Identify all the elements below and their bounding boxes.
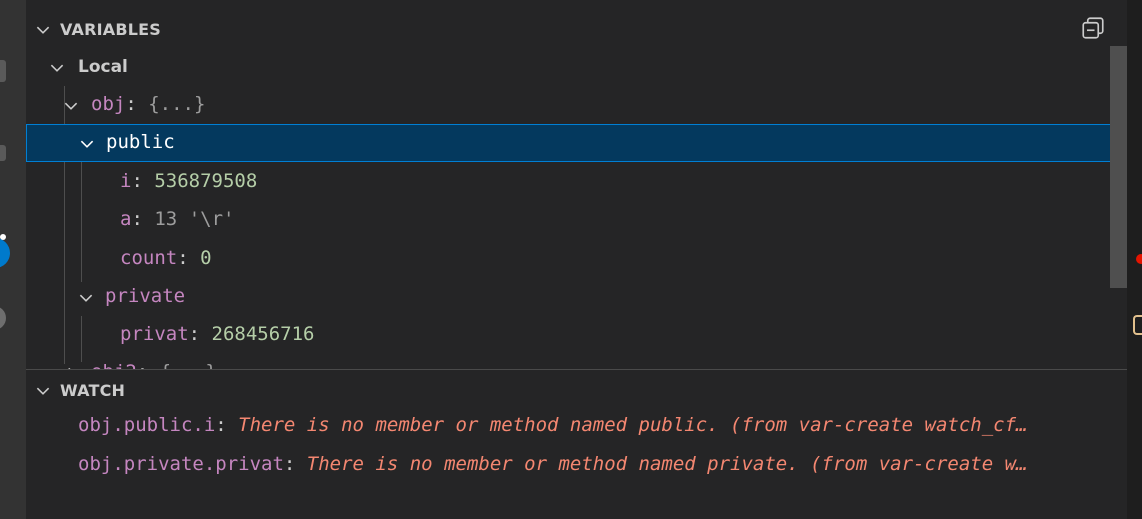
breakpoint-icon[interactable] [1136,254,1142,264]
variable-obj2[interactable]: obj2: {...} [26,354,1127,369]
variable-preview: {...} [160,361,217,369]
variable-label: obj: {...} [91,93,205,115]
chevron-down-icon [34,21,52,43]
chevron-down-icon [78,135,96,157]
variable-value: 536879508 [154,170,258,192]
activity-icon[interactable] [0,306,6,330]
variable-value-char: '\r' [188,208,235,230]
collapse-all-icon[interactable] [1081,16,1105,44]
bracket-highlight-icon [1133,315,1142,335]
variable-count[interactable]: count: 0 [26,240,1127,278]
variable-name: count [120,247,178,269]
variable-name: privat [120,323,189,345]
activity-bar [0,0,26,519]
variable-value: 0 [200,247,212,269]
variable-privat[interactable]: privat: 268456716 [26,316,1127,354]
watch-title: WATCH [60,380,126,400]
variable-name: obj [91,93,126,115]
watch-error: There is no member or method named publi… [238,414,1028,436]
chevron-down-icon [48,59,66,81]
debug-sidebar: VARIABLES Local obj: {...} public i: 536… [26,0,1127,519]
separator: : [215,414,239,436]
variables-title: VARIABLES [60,19,161,39]
chevron-down-icon [77,289,95,311]
variable-label: i: 536879508 [120,170,257,192]
variable-name: a [120,208,132,230]
activity-icon[interactable] [0,60,6,82]
variable-name: obj2 [91,361,137,369]
variable-name: public [106,131,175,153]
scope-label: Local [78,57,128,77]
watch-error: There is no member or method named priva… [306,453,1028,475]
variable-a[interactable]: a: 13 '\r' [26,201,1127,239]
variables-clip: obj2: {...} [26,354,1127,369]
activity-icon[interactable] [0,145,6,161]
variable-name: i [120,170,132,192]
variable-label: privat: 268456716 [120,323,314,345]
variables-scrollbar[interactable] [1110,46,1127,288]
section-divider [26,369,1127,370]
watch-expression: obj.public.i [78,414,216,436]
watch-item-label: obj.private.privat: There is no member o… [78,453,1116,475]
debug-activity-icon[interactable] [0,238,10,268]
separator: : [131,208,155,230]
chevron-down-icon [34,382,52,404]
separator: : [188,323,212,345]
variable-label: count: 0 [120,247,212,269]
watch-item[interactable]: obj.public.i: There is no member or meth… [26,407,1127,445]
variable-private[interactable]: private [26,278,1127,316]
chevron-down-icon [62,97,80,119]
watch-item[interactable]: obj.private.privat: There is no member o… [26,446,1127,484]
variable-obj[interactable]: obj: {...} [26,86,1127,124]
separator: : [283,453,307,475]
variable-value-char [177,208,188,230]
variable-value: 268456716 [211,323,315,345]
variable-i[interactable]: i: 536879508 [26,163,1127,201]
variable-name: private [105,285,186,307]
separator: : [125,93,149,115]
variables-section-header[interactable]: VARIABLES [26,18,1127,40]
scope-local[interactable]: Local [26,48,1127,86]
variable-value: 13 [154,208,178,230]
variable-public[interactable]: public [26,124,1127,162]
variable-preview: {...} [148,93,206,115]
watch-expression: obj.private.privat [78,453,284,475]
watch-section-header[interactable]: WATCH [26,379,1127,401]
separator: : [137,361,160,369]
variable-label: obj2: {...} [91,361,217,369]
watch-item-label: obj.public.i: There is no member or meth… [78,414,1116,436]
variable-label: a: 13 '\r' [120,208,234,230]
separator: : [177,247,201,269]
separator: : [131,170,155,192]
